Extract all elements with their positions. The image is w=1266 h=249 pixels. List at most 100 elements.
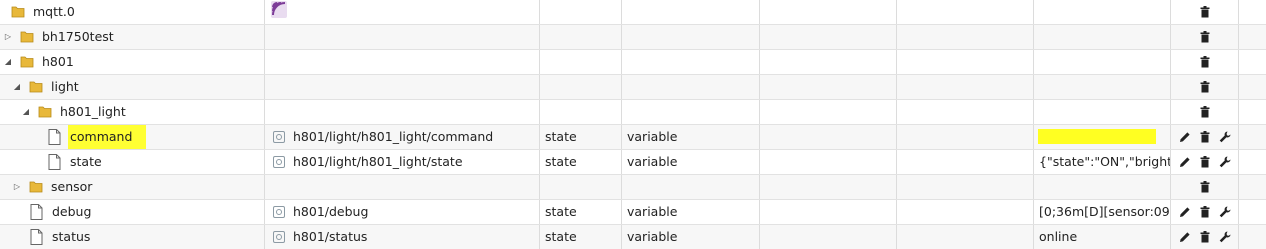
expand-triangle-icon[interactable]: ▷ xyxy=(3,25,13,49)
folder-icon xyxy=(20,30,34,43)
value-cell[interactable]: {"state":"ON","brightne xyxy=(1034,150,1171,174)
tree-row-bh1750test[interactable]: ▷ bh1750test xyxy=(0,25,1266,50)
function-cell xyxy=(897,225,1034,249)
tree-label: light xyxy=(51,79,79,94)
tree-row-state[interactable]: state h801/light/h801_light/state state … xyxy=(0,150,1266,175)
name-cell: ▷ bh1750test xyxy=(0,25,265,49)
type-cell xyxy=(540,175,622,199)
function-cell xyxy=(897,25,1034,49)
state-id-icon xyxy=(273,206,285,218)
tree-row-debug[interactable]: debug h801/debug state variable [0;36m[D… xyxy=(0,200,1266,225)
extra-cell xyxy=(1239,50,1266,74)
pencil-icon[interactable] xyxy=(1179,156,1191,168)
tree-row-h801-light[interactable]: ◢ h801_light xyxy=(0,100,1266,125)
wrench-icon[interactable] xyxy=(1219,231,1231,243)
trash-icon[interactable] xyxy=(1199,181,1211,193)
room-cell xyxy=(760,200,897,224)
value-cell[interactable] xyxy=(1034,125,1171,149)
tree-row-light[interactable]: ◢ light xyxy=(0,75,1266,100)
tree-row-sensor[interactable]: ▷ sensor xyxy=(0,175,1266,200)
role-cell xyxy=(622,0,760,24)
trash-icon[interactable] xyxy=(1199,56,1211,68)
actions-cell xyxy=(1171,50,1239,74)
type-cell: state xyxy=(540,200,622,224)
wrench-icon[interactable] xyxy=(1219,131,1231,143)
tree-row-command[interactable]: command h801/light/h801_light/command st… xyxy=(0,125,1266,150)
room-cell xyxy=(760,225,897,249)
actions-cell xyxy=(1171,75,1239,99)
state-id-icon xyxy=(273,231,285,243)
actions-cell xyxy=(1171,125,1239,149)
topic-cell xyxy=(265,100,540,124)
topic-cell: h801/light/h801_light/command xyxy=(265,125,540,149)
tree-label: state xyxy=(70,154,102,169)
function-cell xyxy=(897,125,1034,149)
actions-cell xyxy=(1171,100,1239,124)
role-cell: variable xyxy=(622,225,760,249)
name-cell: mqtt.0 xyxy=(0,0,265,24)
tree-label: sensor xyxy=(51,179,93,194)
topic-cell: h801/status xyxy=(265,225,540,249)
topic-cell xyxy=(265,175,540,199)
folder-icon xyxy=(20,55,34,68)
name-cell: debug xyxy=(0,200,265,224)
role-cell: variable xyxy=(622,150,760,174)
trash-icon[interactable] xyxy=(1199,31,1211,43)
name-cell: state xyxy=(0,150,265,174)
name-cell: ◢ h801_light xyxy=(0,100,265,124)
topic-cell xyxy=(265,75,540,99)
file-icon xyxy=(48,154,61,170)
tree-row-status[interactable]: status h801/status state variable online xyxy=(0,225,1266,249)
type-cell xyxy=(540,0,622,24)
name-cell: ◢ light xyxy=(0,75,265,99)
trash-icon[interactable] xyxy=(1199,206,1211,218)
topic-text: h801/debug xyxy=(293,204,369,219)
role-cell xyxy=(622,100,760,124)
pencil-icon[interactable] xyxy=(1179,131,1191,143)
extra-cell xyxy=(1239,125,1266,149)
type-cell: state xyxy=(540,150,622,174)
tree-row-mqtt0[interactable]: mqtt.0 xyxy=(0,0,1266,25)
value-cell[interactable]: [0;36m[D][sensor:092]: xyxy=(1034,200,1171,224)
wrench-icon[interactable] xyxy=(1219,206,1231,218)
trash-icon[interactable] xyxy=(1199,6,1211,18)
topic-cell: h801/light/h801_light/state xyxy=(265,150,540,174)
file-icon xyxy=(48,129,61,145)
wrench-icon[interactable] xyxy=(1219,156,1231,168)
topic-cell xyxy=(265,50,540,74)
pencil-icon[interactable] xyxy=(1179,231,1191,243)
tree-row-h801[interactable]: ◢ h801 xyxy=(0,50,1266,75)
actions-cell xyxy=(1171,25,1239,49)
value-cell xyxy=(1034,175,1171,199)
collapse-triangle-icon[interactable]: ◢ xyxy=(12,75,22,99)
trash-icon[interactable] xyxy=(1199,81,1211,93)
pencil-icon[interactable] xyxy=(1179,206,1191,218)
collapse-triangle-icon[interactable]: ◢ xyxy=(21,100,31,124)
room-cell xyxy=(760,125,897,149)
expand-triangle-icon[interactable]: ▷ xyxy=(12,175,22,199)
tree-label: bh1750test xyxy=(42,29,114,44)
topic-cell: h801/debug xyxy=(265,200,540,224)
actions-cell xyxy=(1171,0,1239,24)
trash-icon[interactable] xyxy=(1199,156,1211,168)
trash-icon[interactable] xyxy=(1199,231,1211,243)
trash-icon[interactable] xyxy=(1199,131,1211,143)
tree-label: status xyxy=(52,229,91,244)
function-cell xyxy=(897,150,1034,174)
role-cell xyxy=(622,50,760,74)
type-cell: state xyxy=(540,125,622,149)
room-cell xyxy=(760,50,897,74)
extra-cell xyxy=(1239,150,1266,174)
file-icon xyxy=(30,204,43,220)
value-cell[interactable]: online xyxy=(1034,225,1171,249)
name-cell: ▷ sensor xyxy=(0,175,265,199)
extra-cell xyxy=(1239,200,1266,224)
trash-icon[interactable] xyxy=(1199,106,1211,118)
tree-label: command xyxy=(68,125,147,149)
tree-label: h801 xyxy=(42,54,74,69)
value-cell xyxy=(1034,25,1171,49)
collapse-triangle-icon[interactable]: ◢ xyxy=(3,50,13,74)
role-cell xyxy=(622,25,760,49)
function-cell xyxy=(897,75,1034,99)
type-cell xyxy=(540,25,622,49)
